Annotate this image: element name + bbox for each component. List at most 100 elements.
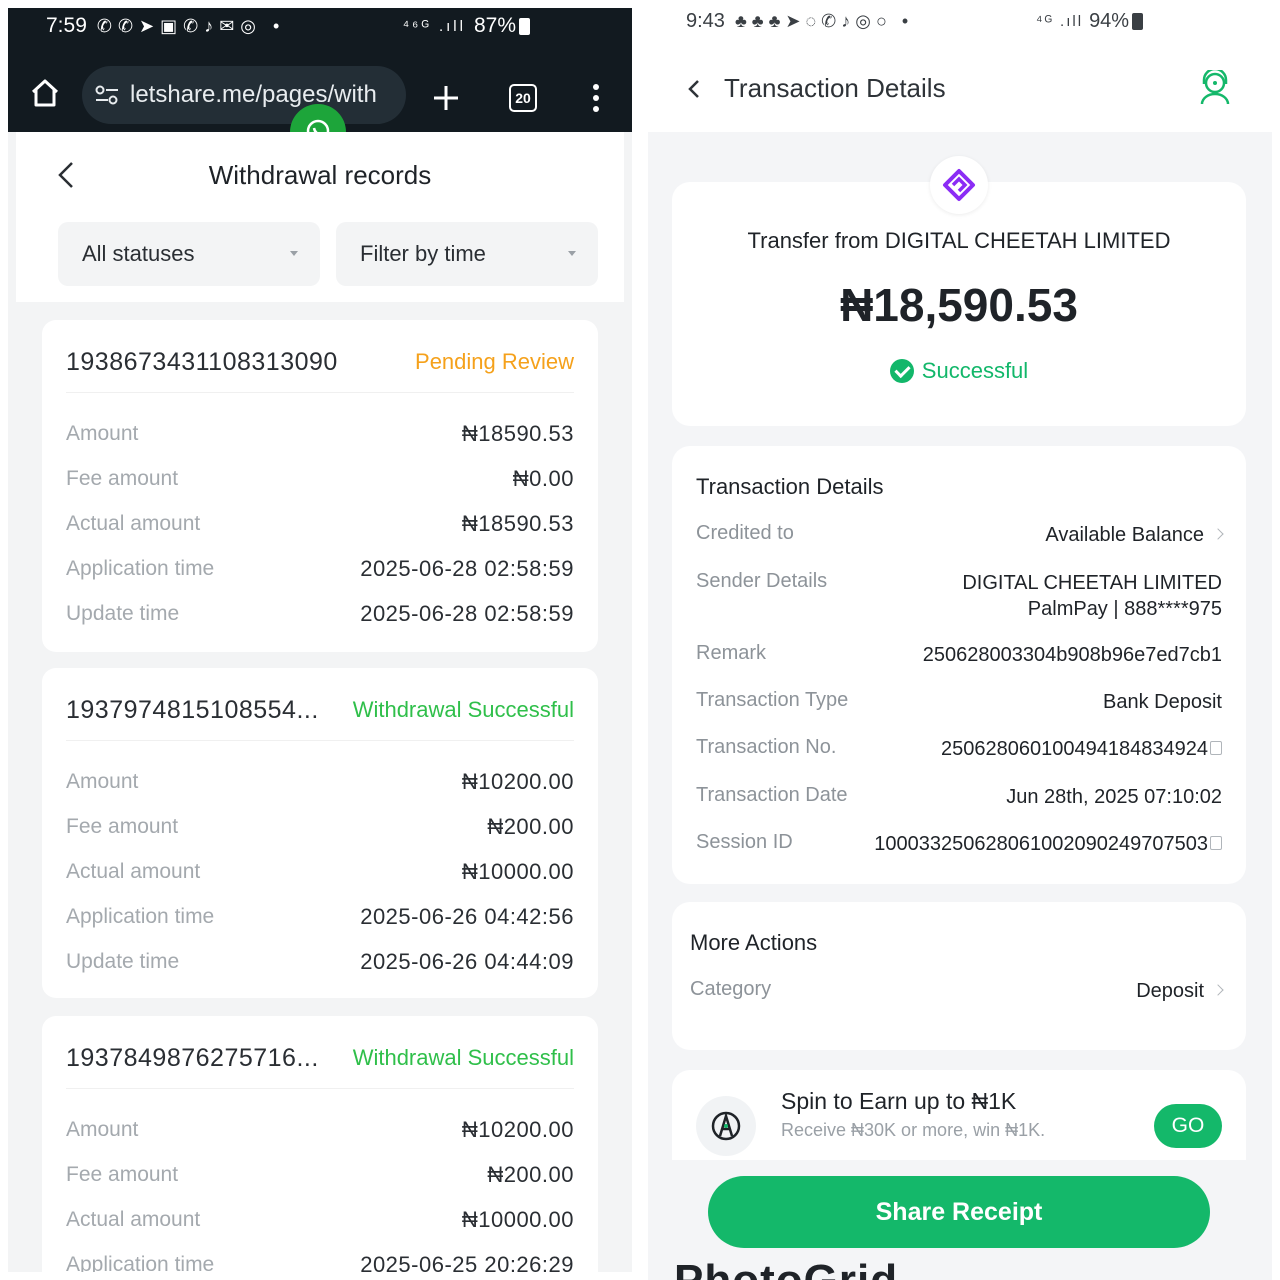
url-bar[interactable]: letshare.me/pages/with	[82, 66, 406, 124]
credited-to-label: Credited to	[696, 522, 794, 544]
transaction-type-value: Bank Deposit	[1103, 691, 1222, 713]
copy-icon[interactable]	[1210, 740, 1222, 755]
transaction-details-screen: 9:43 ♣♣♣➤◌✆♪◎○ • ⁴ᴳ .ıll 94% Transaction…	[648, 0, 1272, 1280]
amount-value: ₦18590.53	[461, 421, 574, 446]
fee-row: Fee amount ₦200.00	[66, 811, 574, 843]
application-time-label: Application time	[66, 905, 215, 928]
signal-icon: ⁴⁶ᴳ .ıll	[402, 17, 466, 35]
transaction-no-value: 250628060100494184834924	[941, 738, 1208, 760]
update-time-label: Update time	[66, 950, 180, 973]
divider	[66, 740, 574, 741]
session-id-label: Session ID	[696, 831, 793, 853]
remark-row: Remark 250628003304b908b96e7ed7cb1	[696, 642, 1222, 668]
customer-support-icon[interactable]	[1198, 70, 1232, 106]
caret-down-icon	[568, 251, 576, 256]
remark-value: 250628003304b908b96e7ed7cb1	[922, 644, 1222, 666]
status-time: 7:59	[46, 14, 87, 37]
fee-row: Fee amount ₦200.00	[66, 1159, 574, 1191]
share-receipt-button[interactable]: Share Receipt	[708, 1176, 1210, 1248]
application-time-row: Application time 2025-06-25 20:26:29	[66, 1249, 574, 1272]
record-id: 1938673431108313090	[66, 347, 338, 376]
amount-value: ₦10200.00	[461, 1117, 574, 1142]
sender-details-row: Sender Details DIGITAL CHEETAH LIMITED Pa…	[696, 570, 1222, 622]
promo-title: Spin to Earn up to ₦1K	[781, 1088, 1017, 1114]
go-button[interactable]: GO	[1154, 1104, 1222, 1148]
application-time-value: 2025-06-26 04:42:56	[360, 904, 574, 929]
record-id: 1937974815108554...	[66, 695, 319, 724]
sender-bank: PalmPay | 888****975	[1027, 598, 1222, 620]
actual-amount-value: ₦10000.00	[461, 1207, 574, 1232]
session-id-row: Session ID 10003325062806100209024970750…	[696, 831, 1222, 857]
battery-icon	[1132, 12, 1144, 30]
record-header: 1937849876275716... Withdrawal Successfu…	[66, 1040, 574, 1076]
transfer-from-text: Transfer from DIGITAL CHEETAH LIMITED	[747, 228, 1171, 253]
category-value: Deposit	[1136, 980, 1204, 1002]
more-menu-icon[interactable]	[584, 82, 608, 114]
home-icon[interactable]	[30, 78, 60, 108]
application-time-row: Application time 2025-06-28 02:58:59	[66, 553, 574, 585]
transaction-no-label: Transaction No.	[696, 736, 837, 758]
actual-amount-row: Actual amount ₦18590.53	[66, 508, 574, 540]
fee-label: Fee amount	[66, 1163, 179, 1186]
amount-row: Amount ₦10200.00	[66, 1114, 574, 1146]
notification-icons: ✆✆➤▣✆♪✉◎ •	[96, 15, 286, 36]
site-settings-icon[interactable]	[94, 84, 120, 106]
collage: 7:59 ✆✆➤▣✆♪✉◎ • ⁴⁶ᴳ .ıll 87% letshare.me…	[0, 0, 1280, 1280]
browser-toolbar: letshare.me/pages/with 20	[8, 44, 632, 160]
record-id: 1937849876275716...	[66, 1043, 319, 1072]
update-time-value: 2025-06-28 02:58:59	[360, 601, 574, 626]
remark-label: Remark	[696, 642, 767, 664]
category-label: Category	[690, 978, 772, 1000]
status-filter[interactable]: All statuses	[58, 222, 320, 286]
time-filter-label: Filter by time	[360, 241, 486, 266]
withdrawal-records-screen: 7:59 ✆✆➤▣✆♪✉◎ • ⁴⁶ᴳ .ıll 87% letshare.me…	[8, 8, 632, 1272]
amount-row: Amount ₦18590.53	[66, 418, 574, 450]
tab-switcher-button[interactable]: 20	[509, 84, 537, 112]
signal-icon: ⁴ᴳ .ıll	[1036, 12, 1084, 30]
update-time-label: Update time	[66, 602, 180, 625]
details-section-title: Transaction Details	[696, 474, 884, 499]
time-filter[interactable]: Filter by time	[336, 222, 598, 286]
sender-details-label: Sender Details	[696, 570, 828, 592]
divider	[66, 1088, 574, 1089]
back-icon[interactable]	[686, 78, 702, 100]
actual-amount-value: ₦10000.00	[461, 859, 574, 884]
credited-to-value: Available Balance	[1045, 524, 1204, 546]
new-tab-icon[interactable]	[432, 84, 460, 112]
more-actions-title: More Actions	[690, 930, 818, 955]
withdrawal-record-card[interactable]: 1937974815108554... Withdrawal Successfu…	[42, 668, 598, 998]
withdrawal-record-card[interactable]: 1937849876275716... Withdrawal Successfu…	[42, 1016, 598, 1272]
header-title: Transaction Details	[724, 73, 946, 103]
record-status: Withdrawal Successful	[352, 697, 574, 722]
fee-value: ₦200.00	[487, 1162, 574, 1187]
actual-amount-row: Actual amount ₦10000.00	[66, 1204, 574, 1236]
actual-amount-label: Actual amount	[66, 512, 201, 535]
session-id-value: 100033250628061002090249707503	[874, 833, 1208, 855]
record-status: Pending Review	[415, 349, 574, 374]
copy-icon[interactable]	[1210, 835, 1222, 850]
amount-value: ₦10200.00	[461, 769, 574, 794]
category-row[interactable]: Category Deposit	[690, 978, 1224, 1004]
credited-to-row[interactable]: Credited to Available Balance	[696, 522, 1224, 548]
application-time-value: 2025-06-28 02:58:59	[360, 556, 574, 581]
caret-down-icon	[290, 251, 298, 256]
withdrawal-record-card[interactable]: 1938673431108313090 Pending Review Amoun…	[42, 320, 598, 652]
page-title: Withdrawal records	[208, 160, 432, 190]
amount-label: Amount	[66, 1118, 139, 1141]
app-header: 9:43 ♣♣♣➤◌✆♪◎○ • ⁴ᴳ .ıll 94% Transaction…	[648, 0, 1272, 132]
chevron-right-icon	[1212, 984, 1224, 996]
spin-promo-banner[interactable]: Spin to Earn up to ₦1K Receive ₦30K or m…	[672, 1070, 1246, 1160]
fee-row: Fee amount ₦0.00	[66, 463, 574, 495]
amount-label: Amount	[66, 422, 139, 445]
status-successful: Successful	[672, 358, 1246, 384]
fee-value: ₦0.00	[512, 466, 574, 491]
amount-label: Amount	[66, 770, 139, 793]
chevron-right-icon	[1212, 528, 1224, 540]
amount-row: Amount ₦10200.00	[66, 766, 574, 798]
actual-amount-label: Actual amount	[66, 860, 201, 883]
transaction-type-label: Transaction Type	[696, 689, 849, 711]
application-time-row: Application time 2025-06-26 04:42:56	[66, 901, 574, 933]
update-time-value: 2025-06-26 04:44:09	[360, 949, 574, 974]
application-time-label: Application time	[66, 557, 215, 580]
sender-name: DIGITAL CHEETAH LIMITED	[962, 572, 1222, 594]
